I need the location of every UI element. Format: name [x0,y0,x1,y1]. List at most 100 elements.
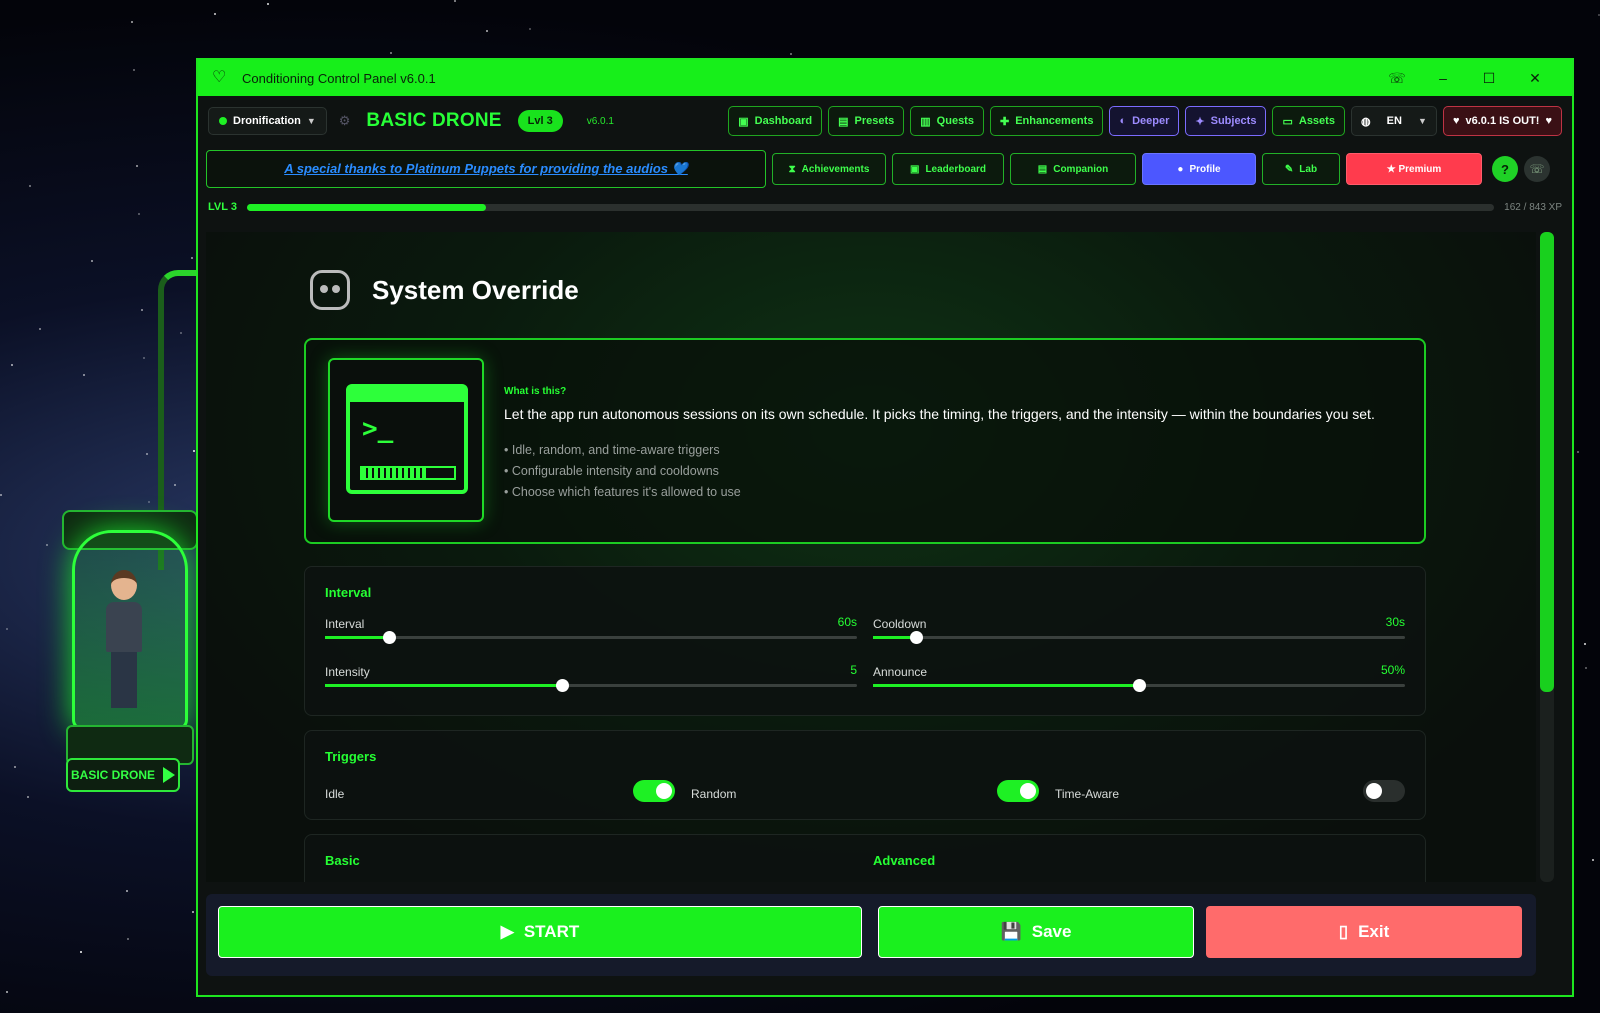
list-item: • Choose which features it's allowed to … [504,485,741,499]
nav-label: Presets [854,115,895,127]
slider-handle[interactable] [555,679,569,692]
nav-presets[interactable]: ▤ Presets [828,106,905,136]
section-header: System Override [310,270,579,310]
tab-premium[interactable]: ★ Premium [1346,153,1482,185]
secondary-toolbar: A special thanks to Platinum Puppets for… [198,146,1572,192]
tab-label: Achievements [801,163,870,175]
top-toolbar: Dronification ▼ ⚙ BASIC DRONE Lvl 3 v6.0… [198,96,1572,146]
pod-rank-label: BASIC DRONE [70,768,155,782]
chevron-down-icon: ▼ [1418,116,1427,126]
basic-title: Basic [325,853,360,868]
heart-shield-icon: ♡ [212,69,227,86]
tab-achievements[interactable]: ⧗ Achievements [772,153,886,185]
tab-label: ★ Premium [1386,163,1442,175]
app-window: ♡ Conditioning Control Panel v6.0.1 ☏ – … [196,58,1574,997]
slider-handle[interactable] [1133,679,1146,692]
nav-deeper[interactable]: ◐ Deeper [1109,106,1180,136]
nav-dashboard[interactable]: ▣ Dashboard [728,106,823,136]
language-dropdown[interactable]: ◍ EN ▼ [1350,106,1437,136]
mode-dropdown[interactable]: Dronification ▼ [208,107,327,135]
info-card: >_ What is this? Let the app run autonom… [304,338,1426,544]
maximize-button[interactable]: ☐ [1466,70,1512,87]
announce-slider[interactable]: Announce 50% [873,663,1405,692]
random-toggle[interactable] [997,780,1039,802]
slider-value: 50% [1380,663,1405,677]
tab-lab[interactable]: ✎ Lab [1262,153,1340,185]
deeper-icon: ◐ [1119,115,1127,127]
pod-rank-button[interactable]: BASIC DRONE [66,758,180,792]
list-item: • Configurable intensity and cooldowns [504,464,719,478]
xp-bar: LVL 3 162 / 843 XP [198,192,1572,222]
xp-level: LVL 3 [208,201,237,213]
idle-toggle[interactable] [633,780,675,802]
help-button[interactable]: ? [1492,156,1518,182]
slider-handle[interactable] [909,631,923,644]
mode-dropdown-value: Dronification [233,115,301,127]
interval-panel: Interval Interval 60s Cooldown 30s Inten… [304,566,1426,716]
phone-icon[interactable]: ☏ [1374,70,1420,87]
title-bar[interactable]: ♡ Conditioning Control Panel v6.0.1 ☏ – … [198,60,1572,96]
nav-label: Assets [1298,115,1335,127]
tab-label: Lab [1299,163,1318,175]
update-label: v6.0.1 IS OUT! [1465,115,1540,127]
options-panel: Basic Advanced [304,834,1426,882]
nav-label: Subjects [1210,115,1257,127]
user-icon: ● [1177,163,1184,175]
level-badge: Lvl 3 [517,110,563,132]
nav-label: Deeper [1132,115,1170,127]
slider-label: Intensity [325,665,370,679]
action-bar: ▶ START 💾 Save ▯ Exit [206,894,1536,976]
window-title: Conditioning Control Panel v6.0.1 [242,70,436,86]
feature-list: • Idle, random, and time-aware triggers … [504,440,741,503]
play-icon: ▶ [500,922,514,941]
slider-handle[interactable] [382,631,396,644]
update-button[interactable]: ♥ v6.0.1 IS OUT! ♥ [1442,106,1562,136]
nav-label: Enhancements [1015,115,1094,127]
interval-slider[interactable]: Interval 60s [325,615,857,644]
slider-value: 5 [850,663,857,677]
companion-pod[interactable]: BASIC DRONE [62,270,198,830]
rank-title: BASIC DRONE [366,110,502,131]
nav-enhancements[interactable]: ✚ Enhancements [989,106,1104,136]
intensity-slider[interactable]: Intensity 5 [325,663,857,692]
tab-leaderboard[interactable]: ▣ Leaderboard [892,153,1004,185]
version-label: v6.0.1 [586,115,614,127]
gear-icon[interactable]: ⚙ [339,113,351,129]
panel-title: Triggers [325,749,377,764]
slider-label: Interval [325,617,365,631]
companion-avatar [102,570,146,710]
phone-icon[interactable]: ☏ [1524,156,1550,182]
save-icon: 💾 [1000,922,1022,941]
slider-label: Announce [873,665,928,679]
main-content: System Override >_ What is this? Let the… [206,232,1536,882]
cooldown-slider[interactable]: Cooldown 30s [873,615,1405,644]
nav-label: Dashboard [754,115,813,127]
time-aware-toggle[interactable] [1363,780,1405,802]
thanks-banner-link[interactable]: A special thanks to Platinum Puppets for… [206,150,766,188]
nav-subjects[interactable]: ✦ Subjects [1185,106,1267,136]
scrollbar[interactable] [1540,232,1554,882]
trigger-label-time-aware: Time-Aware [1055,787,1120,801]
tab-companion[interactable]: ▤ Companion [1010,153,1136,185]
panel-title: Interval [325,585,372,600]
scrollbar-thumb[interactable] [1540,232,1554,692]
list-item: • Idle, random, and time-aware triggers [504,443,720,457]
minimize-button[interactable]: – [1420,70,1466,86]
nav-quests[interactable]: ▥ Quests [910,106,984,136]
start-button[interactable]: ▶ START [218,906,862,958]
advanced-title: Advanced [873,853,936,868]
exit-button[interactable]: ▯ Exit [1206,906,1522,958]
save-button[interactable]: 💾 Save [878,906,1194,958]
exit-label: Exit [1358,922,1390,941]
xp-text: 162 / 843 XP [1504,201,1562,213]
close-button[interactable]: ✕ [1512,70,1558,87]
tab-profile[interactable]: ● Profile [1142,153,1256,185]
heart-icon: ♥ [1545,115,1552,127]
folder-icon: ▭ [1282,115,1293,128]
xp-track [246,203,1495,211]
nav-assets[interactable]: ▭ Assets [1272,106,1345,136]
slider-value: 60s [837,615,857,629]
save-label: Save [1031,922,1072,941]
trigger-label-idle: Idle [325,787,345,801]
leaderboard-icon: ▣ [909,163,920,175]
